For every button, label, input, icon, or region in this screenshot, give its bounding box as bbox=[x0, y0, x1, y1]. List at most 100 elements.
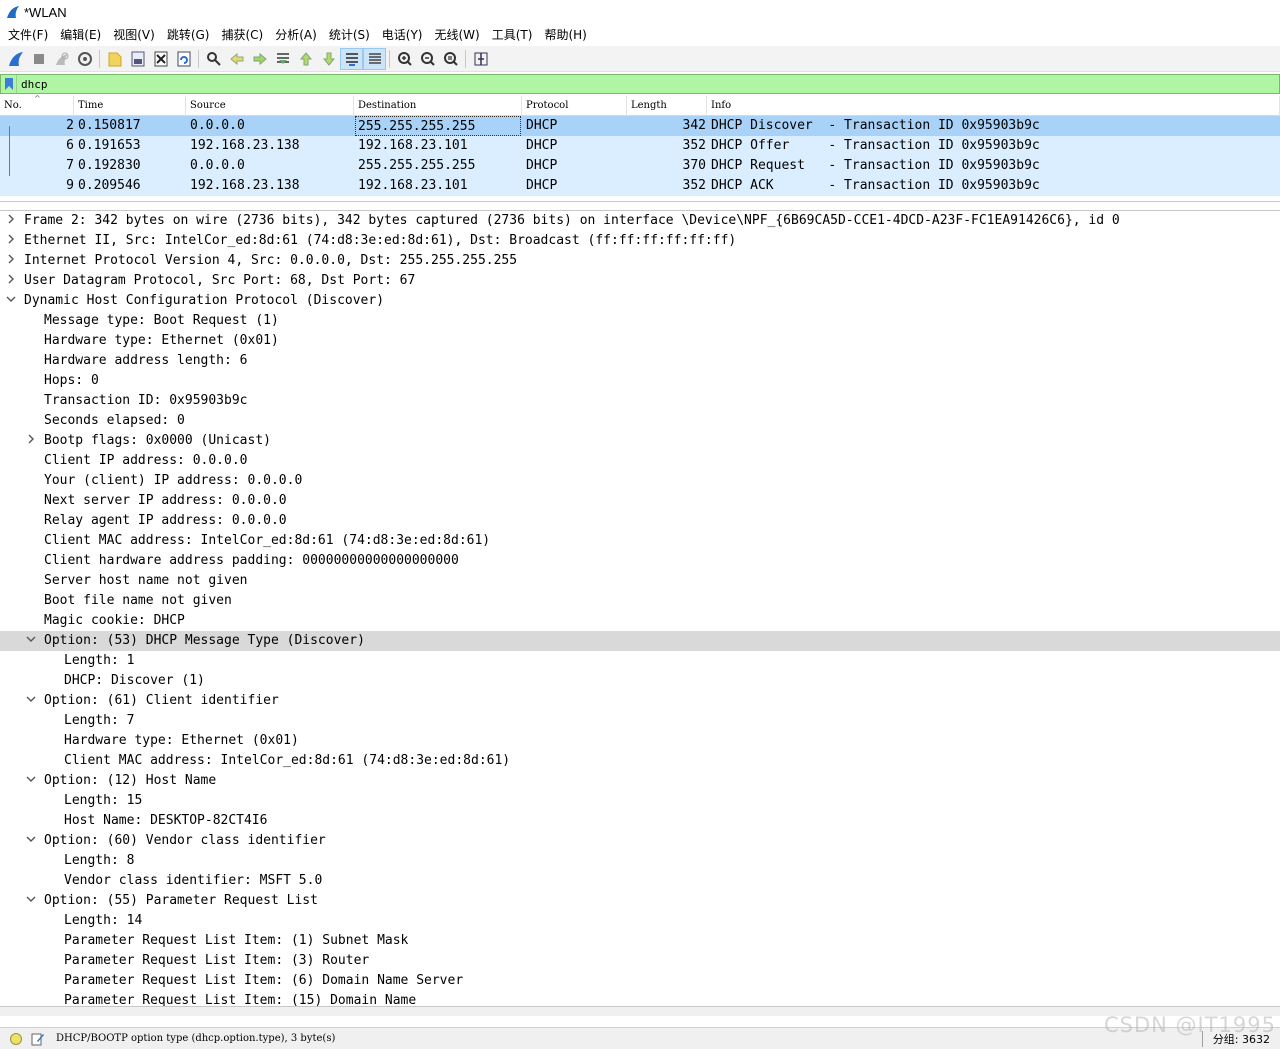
collapse-chevron-icon[interactable] bbox=[24, 891, 38, 911]
packet-cell-info: DHCP Request - Transaction ID 0x95903b9c bbox=[711, 158, 1040, 173]
detail-tree-item[interactable]: Length: 15 bbox=[0, 791, 1280, 811]
column-header-destination[interactable]: Destination bbox=[354, 96, 522, 116]
column-header-length[interactable]: Length bbox=[627, 96, 707, 116]
menu-item-9[interactable]: 工具(T) bbox=[488, 25, 541, 45]
zoom-in-button[interactable] bbox=[393, 48, 416, 70]
detail-tree-item[interactable]: Option: (55) Parameter Request List bbox=[0, 891, 1280, 911]
detail-tree-item[interactable]: Parameter Request List Item: (6) Domain … bbox=[0, 971, 1280, 991]
menu-item-8[interactable]: 无线(W) bbox=[431, 25, 488, 45]
menu-item-6[interactable]: 统计(S) bbox=[325, 25, 378, 45]
packet-row[interactable]: 6 0.191653 192.168.23.138 192.168.23.101 DHC… bbox=[0, 136, 1280, 156]
display-filter-bar[interactable]: dhcp bbox=[0, 74, 1280, 94]
menu-item-4[interactable]: 捕获(C) bbox=[217, 25, 271, 45]
detail-tree-item[interactable]: Length: 7 bbox=[0, 711, 1280, 731]
detail-tree-item[interactable]: Internet Protocol Version 4, Src: 0.0.0.… bbox=[0, 251, 1280, 271]
detail-tree-item[interactable]: Hops: 0 bbox=[0, 371, 1280, 391]
packet-row[interactable]: 9 0.209546 192.168.23.138 192.168.23.101 DHC… bbox=[0, 176, 1280, 196]
detail-tree-item[interactable]: Length: 8 bbox=[0, 851, 1280, 871]
detail-tree-item[interactable]: Hardware type: Ethernet (0x01) bbox=[0, 731, 1280, 751]
menu-item-1[interactable]: 编辑(E) bbox=[56, 25, 109, 45]
packet-row[interactable]: 2 0.150817 0.0.0.0 255.255.255.255 DHCP 342 DH… bbox=[0, 116, 1280, 136]
capture-comment-icon[interactable] bbox=[30, 1031, 46, 1047]
packet-row[interactable]: 7 0.192830 0.0.0.0 255.255.255.255 DHCP 370 DH… bbox=[0, 156, 1280, 176]
menu-item-5[interactable]: 分析(A) bbox=[271, 25, 325, 45]
detail-tree-item[interactable]: Client IP address: 0.0.0.0 bbox=[0, 451, 1280, 471]
detail-tree-label: Parameter Request List Item: (15) Domain… bbox=[64, 993, 417, 1006]
detail-tree-item[interactable]: Seconds elapsed: 0 bbox=[0, 411, 1280, 431]
detail-tree-item[interactable]: Host Name: DESKTOP-82CT4I6 bbox=[0, 811, 1280, 831]
collapse-chevron-icon[interactable] bbox=[4, 291, 18, 311]
detail-tree-item[interactable]: Bootp flags: 0x0000 (Unicast) bbox=[0, 431, 1280, 451]
go-last-button[interactable] bbox=[317, 48, 340, 70]
detail-tree-item[interactable]: Your (client) IP address: 0.0.0.0 bbox=[0, 471, 1280, 491]
detail-tree-item[interactable]: Ethernet II, Src: IntelCor_ed:8d:61 (74:… bbox=[0, 231, 1280, 251]
detail-tree-item[interactable]: Next server IP address: 0.0.0.0 bbox=[0, 491, 1280, 511]
detail-tree-item[interactable]: Parameter Request List Item: (3) Router bbox=[0, 951, 1280, 971]
menu-item-7[interactable]: 电话(Y) bbox=[378, 25, 431, 45]
start-capture-button[interactable] bbox=[4, 48, 27, 70]
go-forward-button[interactable] bbox=[248, 48, 271, 70]
auto-scroll-button[interactable] bbox=[340, 47, 363, 70]
detail-tree-item[interactable]: Option: (61) Client identifier bbox=[0, 691, 1280, 711]
collapse-chevron-icon[interactable] bbox=[24, 631, 38, 651]
detail-tree-item[interactable]: Message type: Boot Request (1) bbox=[0, 311, 1280, 331]
menu-item-3[interactable]: 跳转(G) bbox=[163, 25, 218, 45]
detail-tree-item[interactable]: Hardware type: Ethernet (0x01) bbox=[0, 331, 1280, 351]
colorize-button[interactable] bbox=[363, 47, 386, 70]
horizontal-scrollbar[interactable] bbox=[0, 1006, 1280, 1016]
detail-tree-item[interactable]: Client MAC address: IntelCor_ed:8d:61 (7… bbox=[0, 531, 1280, 551]
expand-chevron-icon[interactable] bbox=[4, 231, 18, 251]
detail-tree-item[interactable]: Client MAC address: IntelCor_ed:8d:61 (7… bbox=[0, 751, 1280, 771]
detail-tree-item[interactable]: Option: (60) Vendor class identifier bbox=[0, 831, 1280, 851]
collapse-chevron-icon[interactable] bbox=[24, 831, 38, 851]
expand-chevron-icon[interactable] bbox=[4, 271, 18, 291]
expand-chevron-icon[interactable] bbox=[24, 431, 38, 451]
resize-columns-button[interactable] bbox=[469, 48, 492, 70]
find-packet-button[interactable] bbox=[202, 48, 225, 70]
expand-chevron-icon[interactable] bbox=[4, 251, 18, 271]
column-header-protocol[interactable]: Protocol bbox=[522, 96, 627, 116]
detail-tree-item[interactable]: Client hardware address padding: 0000000… bbox=[0, 551, 1280, 571]
zoom-out-button[interactable] bbox=[416, 48, 439, 70]
save-file-button[interactable] bbox=[126, 48, 149, 70]
column-header-info[interactable]: Info bbox=[707, 96, 1280, 116]
detail-tree-item[interactable]: Length: 14 bbox=[0, 911, 1280, 931]
menu-item-10[interactable]: 帮助(H) bbox=[540, 25, 594, 45]
go-to-packet-button[interactable] bbox=[271, 48, 294, 70]
menu-item-2[interactable]: 视图(V) bbox=[109, 25, 163, 45]
expert-info-led-icon[interactable] bbox=[10, 1032, 22, 1045]
detail-tree-item[interactable]: Parameter Request List Item: (15) Domain… bbox=[0, 991, 1280, 1006]
capture-options-button[interactable] bbox=[73, 48, 96, 70]
detail-tree-item[interactable]: Option: (53) DHCP Message Type (Discover… bbox=[0, 631, 1280, 651]
detail-tree-item[interactable]: Hardware address length: 6 bbox=[0, 351, 1280, 371]
detail-tree-item[interactable]: Length: 1 bbox=[0, 651, 1280, 671]
expand-chevron-icon[interactable] bbox=[4, 211, 18, 231]
go-first-button[interactable] bbox=[294, 48, 317, 70]
column-header-time[interactable]: Time bbox=[74, 96, 186, 116]
detail-tree-item[interactable]: Parameter Request List Item: (1) Subnet … bbox=[0, 931, 1280, 951]
detail-tree-item[interactable]: User Datagram Protocol, Src Port: 68, Ds… bbox=[0, 271, 1280, 291]
detail-tree-item[interactable]: Boot file name not given bbox=[0, 591, 1280, 611]
detail-tree-item[interactable]: Relay agent IP address: 0.0.0.0 bbox=[0, 511, 1280, 531]
restart-capture-button[interactable] bbox=[50, 48, 73, 70]
detail-tree-item[interactable]: Frame 2: 342 bytes on wire (2736 bits), … bbox=[0, 211, 1280, 231]
detail-tree-item[interactable]: Option: (12) Host Name bbox=[0, 771, 1280, 791]
display-filter-input[interactable]: dhcp bbox=[21, 78, 48, 91]
detail-tree-item[interactable]: Dynamic Host Configuration Protocol (Dis… bbox=[0, 291, 1280, 311]
filter-bookmark-icon[interactable] bbox=[1, 75, 17, 93]
close-file-button[interactable] bbox=[149, 48, 172, 70]
column-header-source[interactable]: Source bbox=[186, 96, 354, 116]
detail-tree-item[interactable]: DHCP: Discover (1) bbox=[0, 671, 1280, 691]
stop-capture-button[interactable] bbox=[27, 48, 50, 70]
go-back-button[interactable] bbox=[225, 48, 248, 70]
menu-item-0[interactable]: 文件(F) bbox=[4, 25, 56, 45]
open-file-button[interactable] bbox=[103, 48, 126, 70]
detail-tree-item[interactable]: Magic cookie: DHCP bbox=[0, 611, 1280, 631]
detail-tree-item[interactable]: Vendor class identifier: MSFT 5.0 bbox=[0, 871, 1280, 891]
detail-tree-item[interactable]: Server host name not given bbox=[0, 571, 1280, 591]
reload-file-button[interactable] bbox=[172, 48, 195, 70]
detail-tree-item[interactable]: Transaction ID: 0x95903b9c bbox=[0, 391, 1280, 411]
collapse-chevron-icon[interactable] bbox=[24, 691, 38, 711]
collapse-chevron-icon[interactable] bbox=[24, 771, 38, 791]
zoom-normal-button[interactable] bbox=[439, 48, 462, 70]
